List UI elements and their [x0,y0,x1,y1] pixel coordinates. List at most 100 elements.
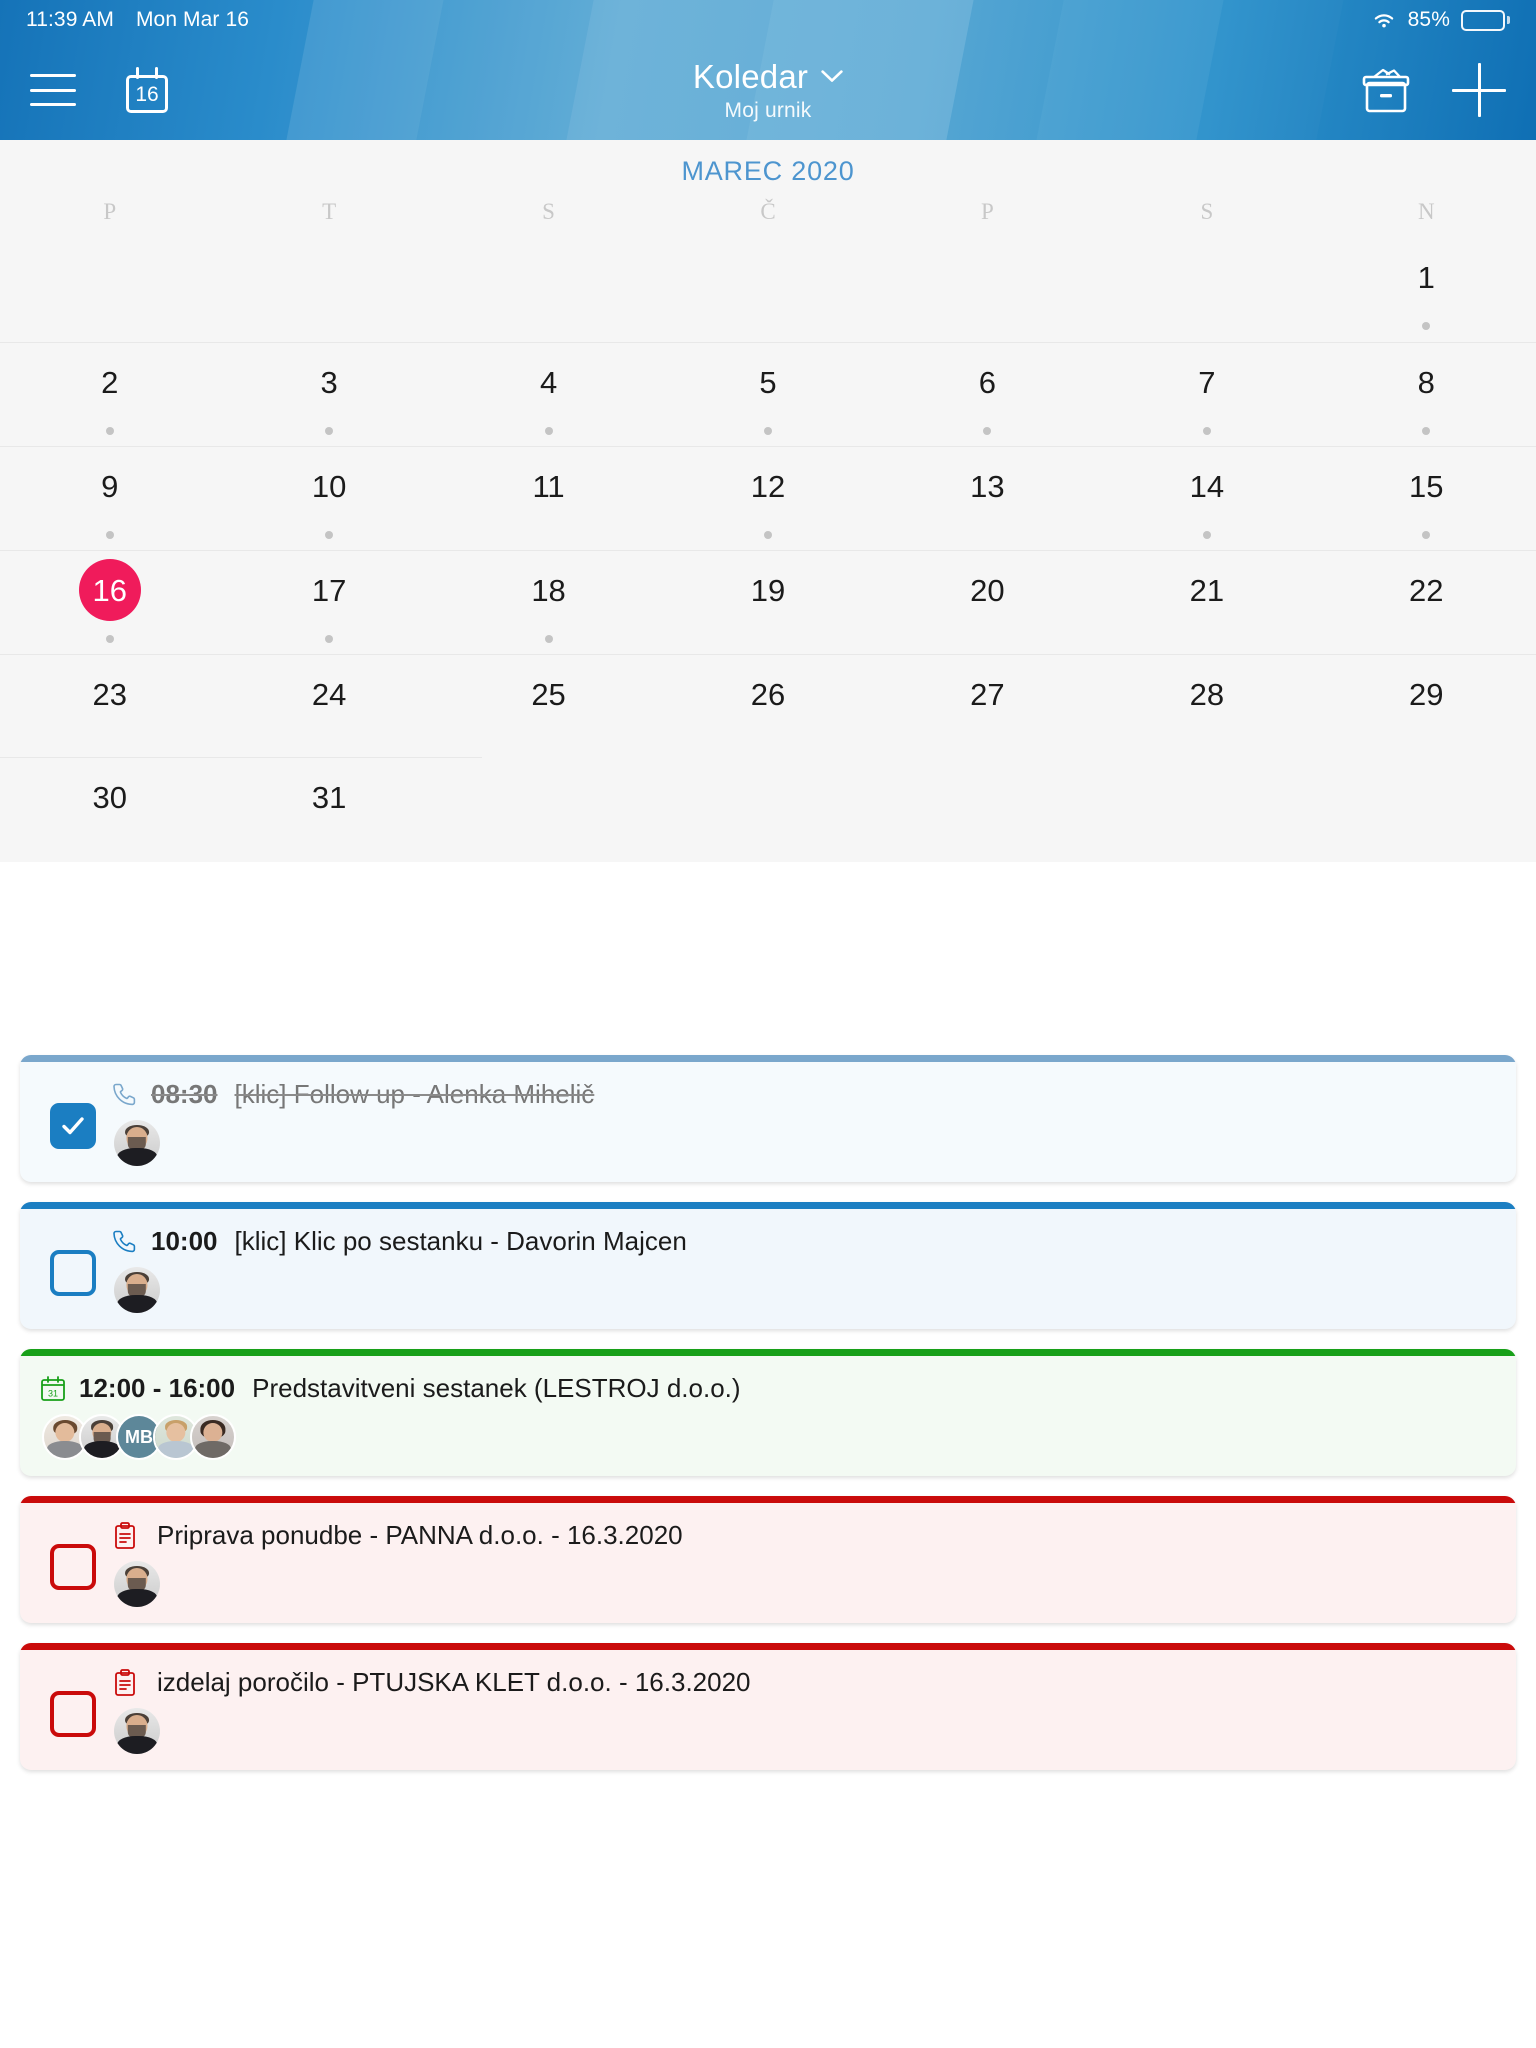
event-indicator-dot [1422,531,1431,539]
calendar-day-cell[interactable]: 23 [0,655,219,758]
calendar-day-cell[interactable]: 27 [878,655,1097,758]
calendar-day-cell[interactable]: 19 [658,551,877,654]
calendar-day-cell[interactable]: 1 [1317,238,1536,342]
calendar-cell-empty [0,238,219,342]
day-number: 21 [1189,572,1225,608]
attendee-avatars [114,1267,1498,1313]
calendar-day-cell[interactable]: 10 [219,447,438,550]
calendar-day-cell[interactable]: 29 [1317,655,1536,758]
event-indicator-dot [105,635,114,643]
event-title: Priprava ponudbe - PANNA d.o.o. - 16.3.2… [157,1520,683,1550]
attendee-avatars: MB [42,1414,1498,1460]
weekday-label: P [103,199,117,224]
calendar-day-cell[interactable]: 3 [219,343,438,446]
calendar-day-cell[interactable]: 17 [219,551,438,654]
event-indicator-dot [325,635,334,643]
calendar-day-cell[interactable]: 14 [1097,447,1316,550]
archive-box-icon[interactable] [1360,65,1412,115]
event-indicator-dot [1422,322,1431,330]
month-title: MAREC 2020 [681,156,855,186]
day-number [1395,766,1457,828]
wifi-icon [1374,13,1393,27]
event-headline: 31 12:00 - 16:00 Predstavitveni sestanek (… [38,1373,1498,1404]
page-subtitle: Moj urnik [724,98,812,122]
event-card[interactable]: izdelaj poročilo - PTUJSKA KLET d.o.o. -… [20,1643,1516,1770]
calendar-day-cell[interactable]: 18 [439,551,658,654]
event-card[interactable]: Priprava ponudbe - PANNA d.o.o. - 16.3.2… [20,1496,1516,1623]
event-checkbox[interactable] [50,1544,96,1590]
calendar-day-cell[interactable]: 21 [1097,551,1316,654]
event-headline: izdelaj poročilo - PTUJSKA KLET d.o.o. -… [110,1667,1498,1698]
phone-icon [113,1230,136,1252]
calendar-day-cell[interactable]: 6 [878,343,1097,446]
event-card[interactable]: 08:30 [klic] Follow up - Alenka Mihelič [20,1055,1516,1182]
calendar-week-row: 23 24 25 26 27 28 29 [0,654,1536,758]
calendar-icon: 31 [41,1375,65,1401]
calendar-day-cell[interactable]: 5 [658,343,877,446]
chevron-down-icon [821,70,843,82]
calendar-day-cell[interactable]: 24 [219,655,438,758]
calendar-day-icon[interactable]: 16 [124,67,170,113]
day-number [737,766,799,828]
status-date: Mon Mar 16 [135,8,250,31]
calendar-week-row: 16 17 18 19 20 21 22 [0,550,1536,654]
event-card[interactable]: 10:00 [klic] Klic po sestanku - Davorin M… [20,1202,1516,1329]
day-number: 10 [311,468,347,504]
calendar-day-cell[interactable]: 4 [439,343,658,446]
weekday-label: S [1200,199,1214,224]
calendar-day-cell[interactable]: 13 [878,447,1097,550]
check-icon [62,1117,84,1135]
calendar-day-cell[interactable]: 30 [0,758,219,862]
clipboard-icon [115,1521,135,1549]
event-checkbox[interactable] [50,1691,96,1737]
day-number [1176,766,1238,828]
avatar [114,1267,160,1313]
calendar-cell-empty [1097,238,1316,342]
event-headline: 10:00 [klic] Klic po sestanku - Davorin M… [110,1226,1498,1257]
svg-text:31: 31 [48,1388,58,1398]
event-card-body: 10:00 [klic] Klic po sestanku - Davorin M… [110,1220,1498,1313]
avatar [114,1120,160,1166]
day-number: 24 [311,676,347,712]
calendar-day-cell[interactable]: 11 [439,447,658,550]
day-number: 27 [970,676,1005,712]
hamburger-menu-icon[interactable] [30,74,76,106]
event-title: Predstavitveni sestanek (LESTROJ d.o.o.) [252,1373,741,1403]
event-checkbox[interactable] [50,1103,96,1149]
calendar-day-cell[interactable]: 8 [1317,343,1536,446]
header-title-block: Koledar Moj urnik [0,40,1536,140]
status-bar: 11:39 AM Mon Mar 16 85% [0,0,1536,40]
event-indicator-dot [544,427,553,435]
calendar-day-cell[interactable]: 31 [219,758,438,862]
day-number: 30 [92,779,127,815]
calendar-day-cell[interactable]: 16 [0,551,219,654]
add-event-button[interactable] [1452,63,1506,117]
calendar-day-cell[interactable]: 9 [0,447,219,550]
calendar-day-cell[interactable]: 25 [439,655,658,758]
event-checkbox[interactable] [50,1250,96,1296]
weekday-label: S [542,199,555,224]
event-indicator-dot [544,635,553,643]
day-number [298,246,360,308]
day-number: 17 [311,572,347,608]
calendar-day-cell[interactable]: 7 [1097,343,1316,446]
day-number: 4 [539,364,558,400]
calendar-cell-empty [878,238,1097,342]
calendar-week-row: 9 10 11 12 13 14 15 [0,446,1536,550]
calendar-day-cell[interactable]: 22 [1317,551,1536,654]
calendar-day-cell[interactable]: 12 [658,447,877,550]
event-title: izdelaj poročilo - PTUJSKA KLET d.o.o. -… [157,1667,751,1697]
battery-percent: 85% [1407,8,1450,31]
day-number [1176,246,1238,308]
calendar-day-cell[interactable]: 2 [0,343,219,446]
calendar-cell-empty [439,758,658,862]
event-title: [klic] Klic po sestanku - Davorin Majcen [234,1226,687,1256]
calendar-day-cell[interactable]: 28 [1097,655,1316,758]
event-card[interactable]: 31 12:00 - 16:00 Predstavitveni sestanek (… [20,1349,1516,1476]
calendar-day-cell[interactable]: 20 [878,551,1097,654]
calendar-selector[interactable]: Koledar [693,58,843,96]
calendar-day-cell[interactable]: 15 [1317,447,1536,550]
event-indicator-dot [105,427,114,435]
event-time: 08:30 [151,1079,218,1109]
calendar-day-cell[interactable]: 26 [658,655,877,758]
